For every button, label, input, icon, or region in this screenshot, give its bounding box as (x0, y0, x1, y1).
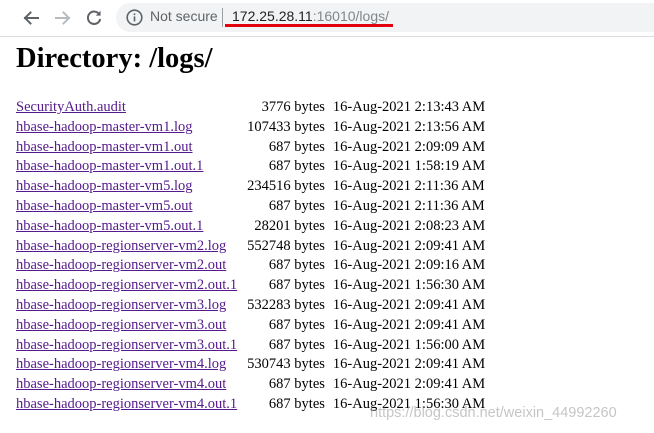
file-size: 28201 bytes (254, 217, 325, 234)
file-row: hbase-hadoop-regionserver-vm3.out 687 byt… (16, 316, 485, 336)
file-row: SecurityAuth.audit 3776 bytes 16-Aug-2021 … (16, 98, 485, 118)
file-link[interactable]: hbase-hadoop-master-vm1.out (16, 139, 192, 155)
file-link[interactable]: hbase-hadoop-regionserver-vm2.out (16, 257, 226, 273)
security-label[interactable]: Not secure (150, 8, 218, 24)
file-date: 16-Aug-2021 2:09:41 AM (332, 237, 486, 254)
file-date: 16-Aug-2021 2:09:41 AM (332, 316, 486, 333)
file-date: 16-Aug-2021 1:56:00 AM (332, 336, 486, 353)
back-arrow-icon (23, 11, 39, 25)
file-name-cell: hbase-hadoop-master-vm5.log (16, 177, 237, 197)
file-name-cell: hbase-hadoop-regionserver-vm3.out (16, 316, 237, 336)
file-row: hbase-hadoop-regionserver-vm2.log 552748 … (16, 237, 485, 257)
file-size: 234516 bytes (247, 178, 325, 195)
browser-toolbar: Not secure 172.25.28.11:16010/logs/ (0, 0, 654, 37)
file-size: 687 bytes (268, 316, 325, 333)
red-annotation-underline (225, 24, 393, 27)
file-date: 16-Aug-2021 1:56:30 AM (332, 277, 486, 294)
file-row: hbase-hadoop-regionserver-vm2.out 687 byt… (16, 256, 485, 276)
file-name-cell: hbase-hadoop-regionserver-vm4.out.1 (16, 395, 237, 415)
file-link[interactable]: hbase-hadoop-regionserver-vm2.log (16, 238, 226, 254)
file-name-cell: hbase-hadoop-regionserver-vm4.out (16, 375, 237, 395)
file-size: 687 bytes (268, 158, 325, 175)
file-name-cell: hbase-hadoop-regionserver-vm4.log (16, 355, 237, 375)
file-row: hbase-hadoop-master-vm5.out 687 bytes 16-A… (16, 197, 485, 217)
file-date: 16-Aug-2021 2:08:23 AM (332, 217, 486, 234)
file-link[interactable]: hbase-hadoop-regionserver-vm4.out.1 (16, 396, 237, 412)
page-title: Directory: /logs/ (16, 43, 213, 74)
file-row: hbase-hadoop-master-vm1.out 687 bytes 16-A… (16, 138, 485, 158)
reload-icon (86, 10, 102, 25)
file-link[interactable]: hbase-hadoop-regionserver-vm3.out (16, 317, 226, 333)
file-link[interactable]: hbase-hadoop-master-vm5.out (16, 198, 192, 214)
watermark: https://blog.csdn.net/weixin_44992260 (370, 405, 617, 421)
file-listing-table: SecurityAuth.audit 3776 bytes 16-Aug-2021 … (14, 98, 487, 415)
file-link[interactable]: hbase-hadoop-regionserver-vm4.log (16, 356, 226, 372)
file-size: 687 bytes (268, 257, 325, 274)
file-size: 687 bytes (268, 395, 325, 412)
file-link[interactable]: SecurityAuth.audit (16, 99, 126, 115)
file-row: hbase-hadoop-master-vm1.out.1 687 bytes 16… (16, 157, 485, 177)
file-link[interactable]: hbase-hadoop-master-vm1.log (16, 119, 192, 135)
file-link[interactable]: hbase-hadoop-regionserver-vm3.out.1 (16, 337, 237, 353)
file-link[interactable]: hbase-hadoop-regionserver-vm3.log (16, 297, 226, 313)
file-row: hbase-hadoop-regionserver-vm4.out 687 byt… (16, 375, 485, 395)
file-date: 16-Aug-2021 2:11:36 AM (332, 178, 485, 195)
file-date: 16-Aug-2021 2:09:09 AM (332, 138, 486, 155)
file-name-cell: hbase-hadoop-regionserver-vm2.out (16, 256, 237, 276)
file-date: 16-Aug-2021 2:11:36 AM (332, 197, 485, 214)
file-name-cell: hbase-hadoop-master-vm1.out.1 (16, 157, 237, 177)
file-size: 3776 bytes (261, 99, 325, 115)
file-row: hbase-hadoop-regionserver-vm3.out.1 687 b… (16, 336, 485, 356)
file-row: hbase-hadoop-regionserver-vm4.log 530743 … (16, 355, 485, 375)
file-name-cell: hbase-hadoop-master-vm5.out.1 (16, 217, 237, 237)
file-link[interactable]: hbase-hadoop-master-vm5.out.1 (16, 218, 203, 234)
file-date: 16-Aug-2021 1:58:19 AM (332, 158, 486, 175)
file-size: 107433 bytes (247, 118, 325, 135)
file-name-cell: hbase-hadoop-master-vm1.log (16, 118, 237, 138)
file-name-cell: hbase-hadoop-regionserver-vm3.out.1 (16, 336, 237, 356)
file-name-cell: hbase-hadoop-regionserver-vm2.out.1 (16, 276, 237, 296)
url-path: :16010/logs/ (312, 8, 390, 24)
file-size: 552748 bytes (247, 237, 325, 254)
file-row: hbase-hadoop-regionserver-vm3.log 532283 … (16, 296, 485, 316)
url-text[interactable]: 172.25.28.11:16010/logs/ (232, 8, 389, 24)
forward-button[interactable] (51, 6, 75, 30)
file-date: 16-Aug-2021 2:09:41 AM (332, 356, 486, 373)
file-date: 16-Aug-2021 2:13:43 AM (332, 99, 486, 115)
file-size: 687 bytes (268, 138, 325, 155)
file-name-cell: hbase-hadoop-master-vm1.out (16, 138, 237, 158)
file-link[interactable]: hbase-hadoop-regionserver-vm4.out (16, 376, 226, 392)
info-icon[interactable] (126, 9, 143, 26)
file-row: hbase-hadoop-master-vm1.log 107433 bytes 1… (16, 118, 485, 138)
url-host: 172.25.28.11 (232, 8, 313, 24)
file-name-cell: SecurityAuth.audit (16, 98, 237, 118)
file-size: 530743 bytes (247, 356, 325, 373)
file-link[interactable]: hbase-hadoop-master-vm1.out.1 (16, 158, 203, 174)
file-link[interactable]: hbase-hadoop-master-vm5.log (16, 178, 192, 194)
file-size: 687 bytes (268, 376, 325, 393)
file-link[interactable]: hbase-hadoop-regionserver-vm2.out.1 (16, 277, 237, 293)
file-date: 16-Aug-2021 2:13:56 AM (332, 118, 486, 135)
file-row: hbase-hadoop-master-vm5.out.1 28201 bytes… (16, 217, 485, 237)
file-name-cell: hbase-hadoop-regionserver-vm3.log (16, 296, 237, 316)
address-bar[interactable]: Not secure 172.25.28.11:16010/logs/ (116, 3, 654, 32)
file-name-cell: hbase-hadoop-regionserver-vm2.log (16, 237, 237, 257)
file-size: 532283 bytes (247, 296, 325, 313)
omnibox-divider (222, 8, 223, 27)
back-button[interactable] (19, 6, 43, 30)
file-size: 687 bytes (268, 197, 325, 214)
file-name-cell: hbase-hadoop-master-vm5.out (16, 197, 237, 217)
forward-arrow-icon (55, 11, 71, 25)
file-size: 687 bytes (268, 277, 325, 294)
reload-button[interactable] (82, 6, 106, 30)
file-row: hbase-hadoop-master-vm5.log 234516 bytes 1… (16, 177, 485, 197)
file-date: 16-Aug-2021 2:09:16 AM (332, 257, 486, 274)
file-row: hbase-hadoop-regionserver-vm2.out.1 687 b… (16, 276, 485, 296)
file-date: 16-Aug-2021 2:09:41 AM (332, 296, 486, 313)
file-date: 16-Aug-2021 2:09:41 AM (332, 376, 486, 393)
file-size: 687 bytes (268, 336, 325, 353)
